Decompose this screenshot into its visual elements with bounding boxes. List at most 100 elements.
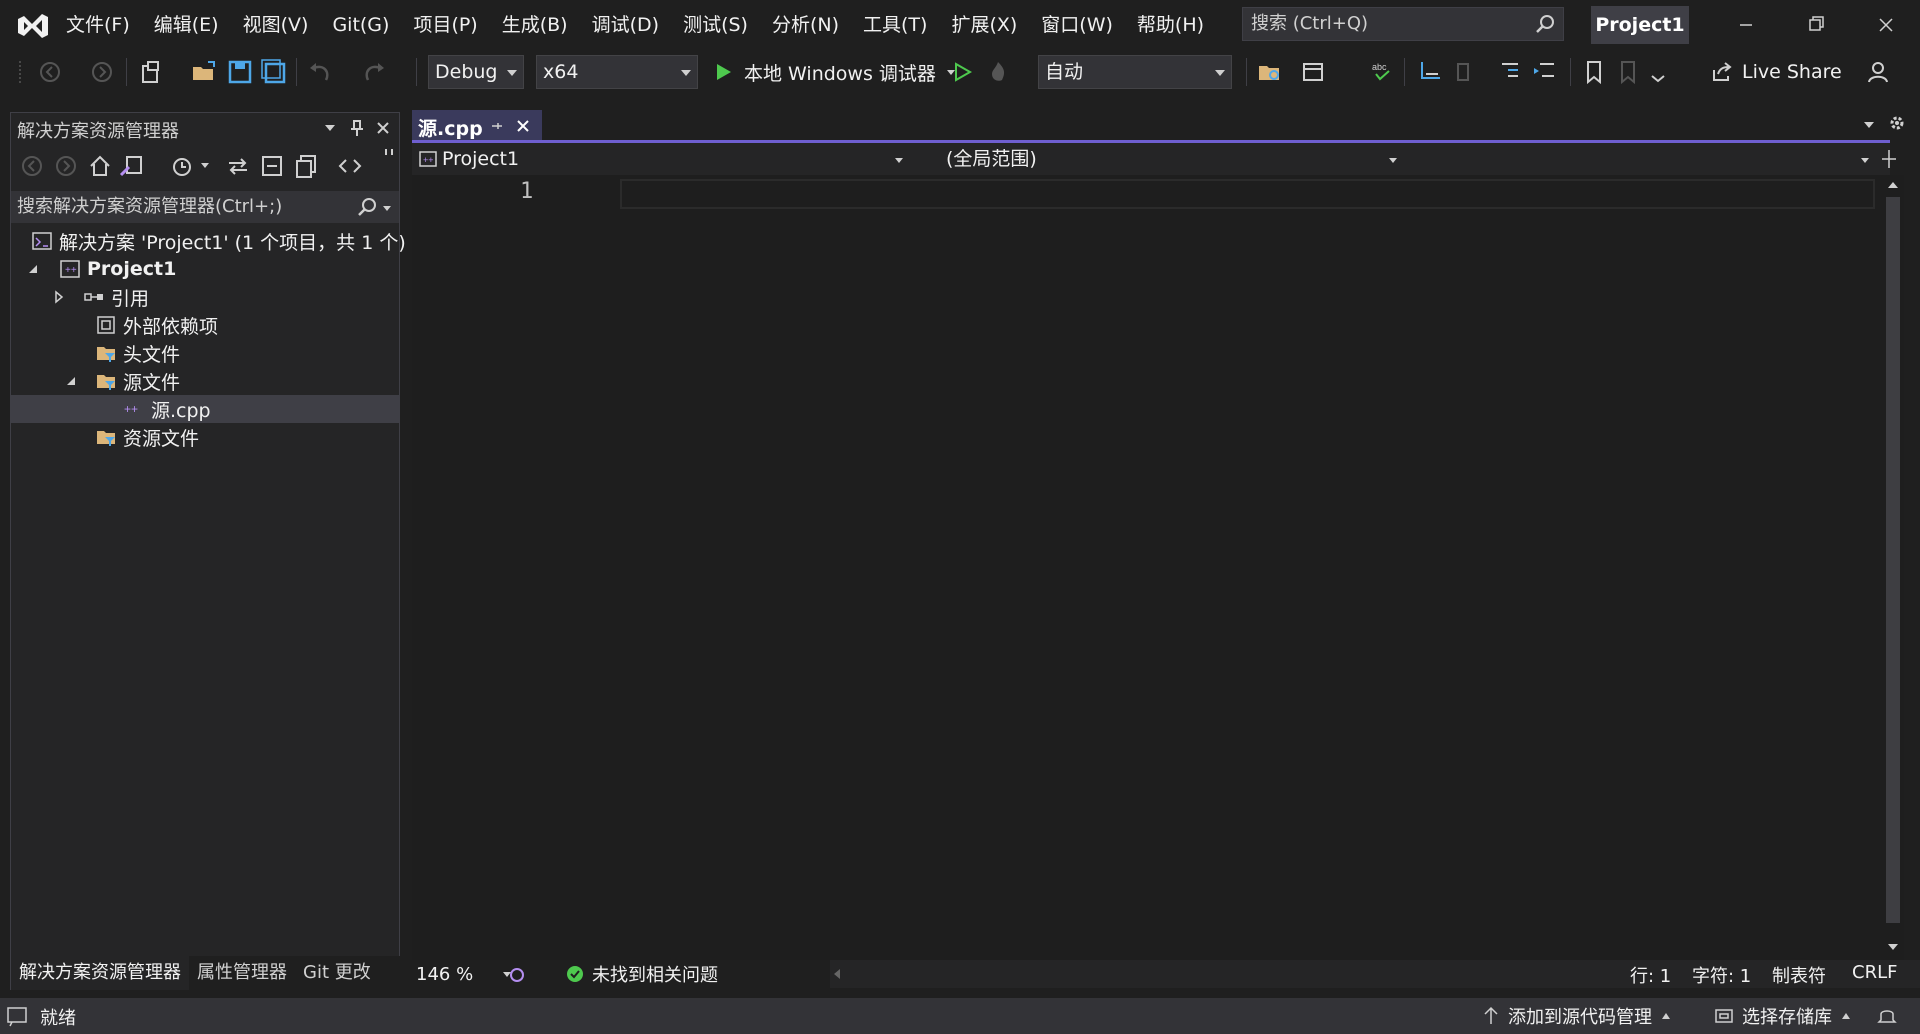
menu-build[interactable]: 生成(B) (490, 8, 580, 42)
close-icon[interactable] (516, 119, 530, 133)
tree-item-project[interactable]: ++ Project1 (59, 255, 176, 283)
notifications-icon[interactable] (1876, 1006, 1898, 1026)
line-ending[interactable]: CRLF (1852, 962, 1897, 983)
zoom-dropdown[interactable]: 146 % (416, 960, 513, 988)
chevron-down-icon[interactable] (381, 202, 393, 214)
undo-icon[interactable] (306, 58, 334, 86)
scroll-up-icon[interactable] (1886, 179, 1900, 191)
bookmark-prev-icon[interactable] (1614, 58, 1642, 86)
home-icon[interactable] (87, 153, 113, 179)
cursor-line[interactable]: 行: 1 (1630, 962, 1671, 988)
start-debug-button[interactable]: 本地 Windows 调试器 (712, 55, 958, 89)
indent-icon[interactable] (1530, 58, 1558, 86)
live-share-button[interactable]: Live Share (1710, 55, 1842, 89)
issues-indicator[interactable]: 未找到相关问题 (566, 960, 718, 988)
restore-icon[interactable] (1792, 6, 1840, 44)
intellicode-icon[interactable] (508, 966, 526, 984)
auto-dropdown[interactable]: 自动 (1038, 55, 1232, 89)
tree-item-solution[interactable]: 解决方案 'Project1' (1 个项目，共 1 个) (31, 227, 406, 255)
menu-test[interactable]: 测试(S) (671, 8, 760, 42)
output-icon[interactable] (6, 1005, 28, 1027)
chevron-down-icon[interactable] (323, 121, 337, 135)
menu-tools[interactable]: 工具(T) (851, 8, 939, 42)
gear-icon[interactable] (1888, 114, 1906, 132)
start-without-debug-icon[interactable] (948, 58, 976, 86)
close-icon[interactable] (375, 120, 391, 136)
uncomment-icon[interactable] (1450, 58, 1478, 86)
menu-view[interactable]: 视图(V) (231, 8, 321, 42)
tree-item-sources[interactable]: 源文件 (95, 367, 180, 395)
pending-changes-icon[interactable] (169, 153, 195, 179)
tree-item-external-deps[interactable]: 外部依赖项 (95, 311, 218, 339)
code-editor[interactable]: 1 (412, 175, 1882, 960)
nav-member-dropdown[interactable] (1414, 145, 1878, 173)
new-project-icon[interactable] (138, 58, 166, 86)
scroll-down-icon[interactable] (1886, 941, 1900, 953)
select-repository-button[interactable]: 选择存储库 (1714, 998, 1852, 1034)
config-dropdown[interactable]: Debug (428, 55, 524, 89)
window-layout-icon[interactable] (1300, 58, 1328, 86)
tree-item-resources[interactable]: 资源文件 (95, 423, 199, 451)
menu-extensions[interactable]: 扩展(X) (939, 8, 1029, 42)
switch-views-icon[interactable] (119, 153, 145, 179)
scrollbar-thumb[interactable] (1886, 197, 1900, 923)
scroll-left-icon[interactable] (832, 968, 842, 980)
collapse-all-icon[interactable] (259, 153, 285, 179)
solution-search-input[interactable]: 搜索解决方案资源管理器(Ctrl+;) (11, 191, 399, 223)
folder-search-icon[interactable] (1256, 58, 1284, 86)
search-input[interactable]: 搜索 (Ctrl+Q) (1242, 7, 1564, 41)
nav-forward-icon[interactable] (88, 58, 116, 86)
tree-item-source-file[interactable]: ++ 源.cpp (11, 395, 399, 423)
horizontal-scrollbar[interactable] (830, 960, 1920, 988)
chevron-down-icon[interactable] (199, 159, 211, 171)
comment-icon[interactable] (1416, 58, 1444, 86)
tabs-mode[interactable]: 制表符 (1772, 962, 1826, 988)
collapsed-triangle-icon[interactable] (51, 289, 67, 305)
menu-file[interactable]: 文件(F) (54, 8, 142, 42)
toolbar-grip[interactable] (18, 60, 22, 84)
tab-solution-explorer[interactable]: 解决方案资源管理器 (11, 956, 189, 990)
add-to-source-control-button[interactable]: 添加到源代码管理 (1482, 998, 1672, 1034)
platform-dropdown[interactable]: x64 (536, 55, 698, 89)
tab-property-manager[interactable]: 属性管理器 (189, 956, 295, 990)
expanded-triangle-icon[interactable] (25, 261, 41, 277)
menu-edit[interactable]: 编辑(E) (142, 8, 231, 42)
nav-project-dropdown[interactable]: ++ Project1 (418, 145, 908, 173)
nav-scope-dropdown[interactable]: (全局范围) (936, 145, 1406, 173)
sync-icon[interactable] (225, 153, 251, 179)
outdent-icon[interactable] (1496, 58, 1524, 86)
nav-back-icon[interactable] (36, 58, 64, 86)
menu-analyze[interactable]: 分析(N) (760, 8, 851, 42)
tab-git-changes[interactable]: Git 更改 (295, 956, 379, 990)
minimize-icon[interactable] (1722, 6, 1770, 44)
spellcheck-icon[interactable]: abc (1368, 58, 1396, 86)
menu-debug[interactable]: 调试(D) (580, 8, 671, 42)
show-all-files-icon[interactable] (293, 153, 319, 179)
bookmark-icon[interactable] (1580, 58, 1608, 86)
hot-reload-icon[interactable] (984, 58, 1012, 86)
open-file-icon[interactable] (190, 58, 218, 86)
menu-window[interactable]: 窗口(W) (1029, 8, 1125, 42)
tab-list-chevron-icon[interactable] (1862, 118, 1876, 132)
menu-git[interactable]: Git(G) (320, 8, 401, 42)
save-icon[interactable] (226, 58, 254, 86)
tree-item-references[interactable]: 引用 (83, 283, 149, 311)
feedback-icon[interactable] (1864, 58, 1892, 86)
cursor-char[interactable]: 字符: 1 (1692, 962, 1751, 988)
tree-item-headers[interactable]: 头文件 (95, 339, 180, 367)
toolbar-overflow-icon[interactable] (1644, 58, 1672, 86)
back-icon[interactable] (19, 153, 45, 179)
forward-icon[interactable] (53, 153, 79, 179)
menu-project[interactable]: 项目(P) (401, 8, 489, 42)
toolbar-overflow-icon[interactable] (383, 147, 397, 161)
vertical-scrollbar[interactable] (1882, 175, 1904, 960)
pin-icon[interactable] (349, 119, 365, 137)
menu-help[interactable]: 帮助(H) (1125, 8, 1216, 42)
split-editor-icon[interactable] (1880, 149, 1898, 169)
pin-icon[interactable] (490, 119, 504, 133)
save-all-icon[interactable] (260, 58, 288, 86)
close-window-icon[interactable] (1862, 6, 1910, 44)
expanded-triangle-icon[interactable] (63, 373, 79, 389)
redo-icon[interactable] (360, 58, 388, 86)
code-view-icon[interactable] (337, 153, 363, 179)
